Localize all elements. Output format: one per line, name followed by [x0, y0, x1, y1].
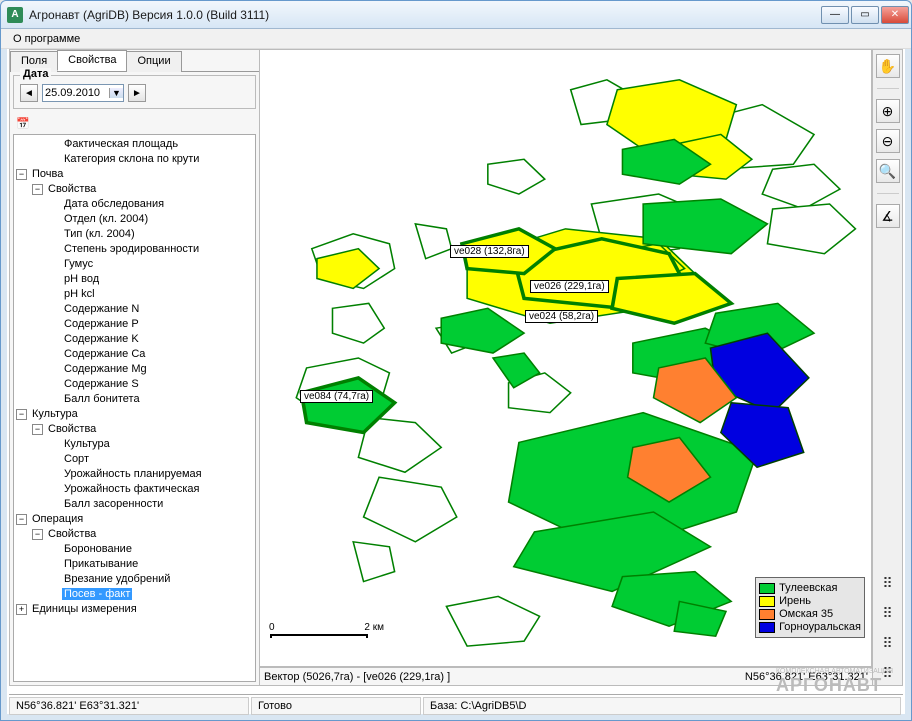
tree-node-operation[interactable]: Операция [30, 513, 85, 525]
date-combo[interactable]: ▼ [42, 84, 124, 102]
zoom-in-icon[interactable]: ⊕ [876, 99, 900, 123]
tree-item[interactable]: Отдел (кл. 2004) [62, 213, 150, 225]
field-label-ve084: ve084 (74,7га) [300, 390, 373, 403]
tree-item[interactable]: Прикатывание [62, 558, 140, 570]
map-area: ve028 (132,8га) ve026 (229,1га) ve024 (5… [260, 50, 872, 685]
tree-item[interactable]: Урожайность планируемая [62, 468, 204, 480]
tree-node-soil[interactable]: Почва [30, 168, 65, 180]
tree-item[interactable]: Гумус [62, 258, 95, 270]
date-input[interactable] [43, 86, 109, 100]
pan-tool-icon[interactable]: ✋ [876, 54, 900, 78]
expander-icon[interactable]: − [16, 514, 27, 525]
scale-bar: 0 2 км [270, 634, 368, 638]
scale-end: 2 км [364, 622, 384, 633]
date-group: Дата ◄ ▼ ► [13, 75, 256, 109]
maximize-button[interactable]: ▭ [851, 6, 879, 24]
tree-item[interactable]: Балл засоренности [62, 498, 165, 510]
menu-about[interactable]: О программе [7, 31, 86, 47]
tree-item[interactable]: Врезание удобрений [62, 573, 172, 585]
legend-swatch [759, 596, 775, 607]
tree-item[interactable]: Дата обследования [62, 198, 166, 210]
zoom-out-icon[interactable]: ⊖ [876, 129, 900, 153]
expander-icon[interactable]: − [16, 169, 27, 180]
tab-properties[interactable]: Свойства [57, 50, 127, 71]
tree-node-soil-props[interactable]: Свойства [46, 183, 98, 195]
map-svg [260, 50, 871, 666]
close-button[interactable]: ✕ [881, 6, 909, 24]
tree-item[interactable]: Содержание N [62, 303, 141, 315]
expander-icon[interactable]: − [32, 424, 43, 435]
tree-item[interactable]: Содержание Ca [62, 348, 147, 360]
tree-item-seeding-fact[interactable]: Посев - факт [62, 588, 132, 600]
status-coords: N56°36.821' E63°31.321' [9, 697, 249, 715]
date-dropdown-icon[interactable]: ▼ [109, 88, 123, 98]
expander-icon[interactable]: + [16, 604, 27, 615]
tree-item-slope[interactable]: Категория склона по крути [62, 153, 201, 165]
legend-label: Горноуральская [779, 621, 861, 633]
legend-swatch [759, 609, 775, 620]
legend-label: Тулеевская [779, 582, 837, 594]
expander-icon[interactable]: − [32, 529, 43, 540]
map-status-coords: N56°36.821' E63°31.321' [745, 671, 868, 683]
field-label-ve024: ve024 (58,2га) [525, 310, 598, 323]
measure-tool-icon[interactable]: ∡ [876, 204, 900, 228]
tree-node-operation-props[interactable]: Свойства [46, 528, 98, 540]
scale-zero: 0 [269, 622, 275, 633]
tree-item[interactable]: Боронование [62, 543, 134, 555]
field-label-ve028: ve028 (132,8га) [450, 245, 529, 258]
map-tools: ✋ ⊕ ⊖ 🔍 ∡ ⠿ ⠿ ⠿ ⠿ [872, 50, 902, 685]
tree-item[interactable]: pH kcl [62, 288, 97, 300]
side-panel: Поля Свойства Опции Дата ◄ ▼ ► [10, 50, 260, 685]
status-ready: Готово [251, 697, 421, 715]
map-legend: Тулеевская Ирень Омская 35 Горноуральска… [755, 577, 865, 638]
tree-item[interactable]: Тип (кл. 2004) [62, 228, 137, 240]
calendar-icon[interactable]: 📅 [14, 114, 32, 132]
tree-item[interactable]: Степень эродированности [62, 243, 201, 255]
zoom-extent-icon[interactable]: 🔍 [876, 159, 900, 183]
map-statusbar: Вектор (5026,7га) - [ve026 (229,1га) ] N… [260, 667, 872, 685]
property-tree[interactable]: Фактическая площадь Категория склона по … [13, 134, 256, 682]
tree-item[interactable]: Сорт [62, 453, 91, 465]
date-label: Дата [20, 68, 51, 80]
tree-item[interactable]: Содержание K [62, 333, 141, 345]
tree-item-fact-area[interactable]: Фактическая площадь [62, 138, 180, 150]
legend-label: Омская 35 [779, 608, 833, 620]
tree-node-culture[interactable]: Культура [30, 408, 80, 420]
status-db: База: C:\AgriDB5\D [423, 697, 901, 715]
view-mode-2-icon[interactable]: ⠿ [876, 601, 900, 625]
tree-item[interactable]: Содержание P [62, 318, 141, 330]
legend-swatch [759, 622, 775, 633]
tree-item[interactable]: Балл бонитета [62, 393, 142, 405]
expander-icon[interactable]: − [16, 409, 27, 420]
app-icon: А [7, 7, 23, 23]
minimize-button[interactable]: — [821, 6, 849, 24]
tree-item[interactable]: Содержание S [62, 378, 141, 390]
tree-item[interactable]: Урожайность фактическая [62, 483, 202, 495]
view-mode-1-icon[interactable]: ⠿ [876, 571, 900, 595]
view-mode-4-icon[interactable]: ⠿ [876, 661, 900, 685]
expander-icon[interactable]: − [32, 184, 43, 195]
map-canvas[interactable]: ve028 (132,8га) ve026 (229,1га) ve024 (5… [260, 50, 872, 667]
view-mode-3-icon[interactable]: ⠿ [876, 631, 900, 655]
legend-label: Ирень [779, 595, 811, 607]
legend-swatch [759, 583, 775, 594]
menubar: О программе [1, 29, 911, 49]
field-label-ve026: ve026 (229,1га) [530, 280, 609, 293]
tree-node-culture-props[interactable]: Свойства [46, 423, 98, 435]
map-status-vector: Вектор (5026,7га) - [ve026 (229,1га) ] [264, 671, 745, 683]
app-statusbar: N56°36.821' E63°31.321' Готово База: C:\… [9, 694, 903, 716]
tree-item[interactable]: Культура [62, 438, 112, 450]
titlebar: А Агронавт (AgriDB) Версия 1.0.0 (Build … [1, 1, 911, 29]
date-prev-button[interactable]: ◄ [20, 84, 38, 102]
window-title: Агронавт (AgriDB) Версия 1.0.0 (Build 31… [29, 8, 821, 22]
date-next-button[interactable]: ► [128, 84, 146, 102]
tree-item[interactable]: pH вод [62, 273, 101, 285]
tab-options[interactable]: Опции [126, 51, 181, 72]
tree-node-units[interactable]: Единицы измерения [30, 603, 139, 615]
tree-item[interactable]: Содержание Mg [62, 363, 149, 375]
